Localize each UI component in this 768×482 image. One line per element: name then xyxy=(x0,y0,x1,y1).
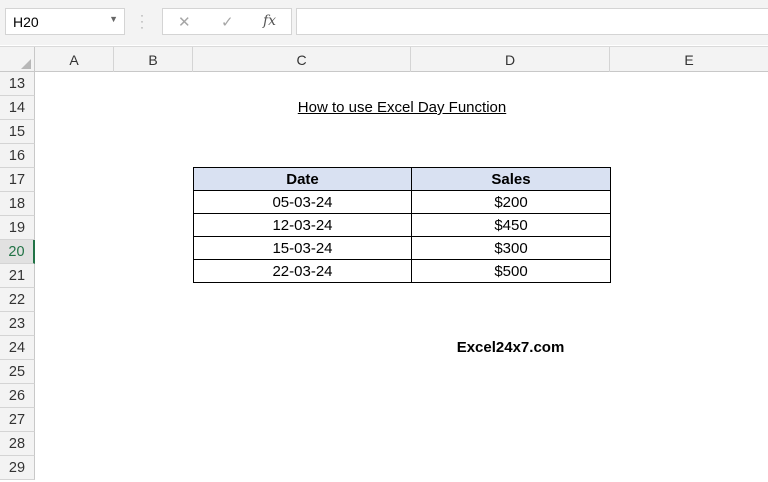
table-row: 05-03-24 $200 xyxy=(193,190,611,214)
date-cell[interactable]: 22-03-24 xyxy=(193,259,412,283)
select-all-triangle-icon xyxy=(21,59,31,69)
row-header[interactable]: 17 xyxy=(0,168,35,192)
sales-cell[interactable]: $200 xyxy=(411,190,611,214)
row-header[interactable]: 29 xyxy=(0,456,35,480)
row-header[interactable]: 14 xyxy=(0,96,35,120)
row-header[interactable]: 27 xyxy=(0,408,35,432)
date-cell[interactable]: 12-03-24 xyxy=(193,213,412,237)
row-header[interactable]: 18 xyxy=(0,192,35,216)
name-box-value: H20 xyxy=(13,14,39,30)
row-header[interactable]: 16 xyxy=(0,144,35,168)
row-header[interactable]: 26 xyxy=(0,384,35,408)
sales-table: Date Sales 05-03-24 $200 12-03-24 $450 1… xyxy=(193,167,611,283)
row-header[interactable]: 19 xyxy=(0,216,35,240)
row-header[interactable]: 21 xyxy=(0,264,35,288)
row-header[interactable]: 24 xyxy=(0,336,35,360)
column-header-d[interactable]: D xyxy=(411,47,610,72)
table-row: 12-03-24 $450 xyxy=(193,213,611,237)
table-header-row: Date Sales xyxy=(193,167,611,191)
brand-text[interactable]: Excel24x7.com xyxy=(411,339,610,356)
formula-input[interactable] xyxy=(296,8,768,35)
date-header-cell[interactable]: Date xyxy=(193,167,412,191)
table-row: 15-03-24 $300 xyxy=(193,236,611,260)
sales-cell[interactable]: $300 xyxy=(411,236,611,260)
row-header[interactable]: 15 xyxy=(0,120,35,144)
enter-icon[interactable]: ✓ xyxy=(221,13,234,31)
formula-buttons: ✕ ✓ fx xyxy=(162,8,292,35)
row-header[interactable]: 25 xyxy=(0,360,35,384)
date-cell[interactable]: 15-03-24 xyxy=(193,236,412,260)
sales-cell[interactable]: $500 xyxy=(411,259,611,283)
select-all-button[interactable] xyxy=(0,47,35,72)
column-headers: A B C D E xyxy=(0,46,768,72)
row-header[interactable]: 22 xyxy=(0,288,35,312)
drag-handle-icon[interactable]: · · · xyxy=(140,9,144,33)
date-cell[interactable]: 05-03-24 xyxy=(193,190,412,214)
table-row: 22-03-24 $500 xyxy=(193,259,611,283)
insert-function-icon[interactable]: fx xyxy=(263,13,276,29)
name-box[interactable]: H20 ▼ xyxy=(5,8,125,35)
column-header-c[interactable]: C xyxy=(193,47,411,72)
column-header-a[interactable]: A xyxy=(35,47,114,72)
formula-bar: H20 ▼ · · · ✕ ✓ fx xyxy=(0,0,768,45)
row-header[interactable]: 23 xyxy=(0,312,35,336)
sheet-title[interactable]: How to use Excel Day Function xyxy=(193,99,611,116)
row-header[interactable]: 13 xyxy=(0,72,35,96)
row-header[interactable]: 28 xyxy=(0,432,35,456)
row-header-selected[interactable]: 20 xyxy=(0,240,35,264)
sales-header-cell[interactable]: Sales xyxy=(411,167,611,191)
cancel-icon[interactable]: ✕ xyxy=(178,13,191,31)
column-header-e[interactable]: E xyxy=(610,47,768,72)
sales-cell[interactable]: $450 xyxy=(411,213,611,237)
column-header-b[interactable]: B xyxy=(114,47,193,72)
chevron-down-icon[interactable]: ▼ xyxy=(109,14,118,24)
